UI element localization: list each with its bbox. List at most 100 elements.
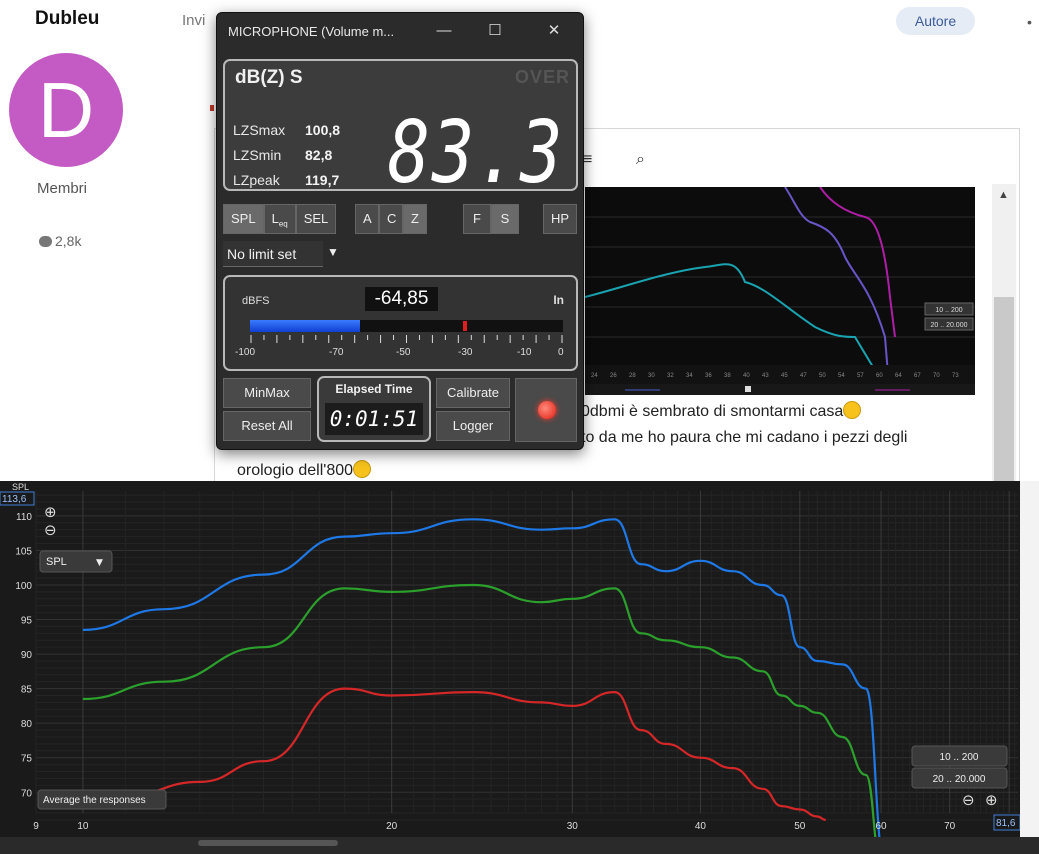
a-weighting-button[interactable]: A [355, 204, 379, 234]
image-tick-label: 45 [781, 373, 788, 379]
image-tick-label: 40 [743, 373, 750, 379]
stat-label: LZpeak [233, 172, 280, 188]
y-tick-label: 70 [21, 788, 33, 799]
laughing-emoji-icon [843, 401, 862, 419]
post-text-line-3: orologio dell'800 [237, 460, 372, 480]
align-icon[interactable]: ≡ [583, 151, 592, 169]
zoom-out-icon[interactable]: ⊖ [44, 521, 57, 539]
x-tick-label: 50 [794, 821, 806, 832]
scale-label: 0 [558, 347, 564, 358]
scroll-up-icon[interactable]: ▲ [998, 189, 1009, 201]
image-tick-label: 26 [610, 373, 617, 379]
record-icon [538, 401, 556, 419]
x-max-readout[interactable]: 81,6 [996, 818, 1016, 829]
average-responses-button[interactable]: Average the responses [43, 795, 146, 806]
frequency-response-chart: 70 75 80 85 90 95 100 105 110 9 10 20 30 40 50 60 70 SPL… [0, 481, 1020, 837]
range-20-20000-button[interactable]: 20 .. 20.000 [933, 774, 986, 785]
y-tick-label: 105 [15, 546, 32, 557]
post-line-3-text: orologio dell'800 [237, 462, 354, 479]
avatar[interactable]: D [9, 53, 123, 167]
hp-button[interactable]: HP [543, 204, 577, 234]
x-tick-label: 9 [33, 821, 39, 832]
sel-button[interactable]: SEL [295, 204, 337, 234]
image-tick-label: 70 [933, 373, 940, 379]
post-count-value: 2,8k [55, 233, 82, 249]
spl-display: dB(Z) S OVER LZSmax 100,8 LZSmin 82,8 LZ… [223, 59, 578, 196]
scrollbar-thumb[interactable] [994, 297, 1014, 482]
scale-label: -10 [517, 347, 532, 358]
scrollbar-thumb[interactable] [198, 840, 338, 846]
zoom-in-icon[interactable]: ⊕ [985, 791, 998, 809]
image-tick-label: 60 [876, 373, 883, 379]
close-icon[interactable]: ✕ [539, 19, 569, 43]
metric-button-group: SPL Leq SEL [223, 204, 337, 234]
maximize-icon[interactable]: ☐ [480, 19, 510, 43]
chart-canvas[interactable]: 70 75 80 85 90 95 100 105 110 9 10 20 30 40 50 60 70 SPL… [0, 481, 1020, 837]
logger-button[interactable]: Logger [436, 411, 510, 441]
comment-icon [39, 236, 52, 247]
zoom-out-icon[interactable]: ⊖ [962, 791, 975, 809]
forum-user-panel: Dubleu D Membri 2,8k [0, 0, 200, 480]
record-button[interactable] [515, 378, 577, 442]
over-indicator: OVER [514, 67, 570, 87]
c-weighting-button[interactable]: C [379, 204, 403, 234]
y-axis-label: SPL [12, 482, 29, 492]
image-range-a: 10 .. 200 [935, 307, 962, 314]
peak-marker [462, 321, 467, 331]
image-tick-label: 30 [648, 373, 655, 379]
user-role: Membri [37, 180, 88, 197]
stat-value: 119,7 [305, 172, 340, 188]
embedded-chart-image: 10 .. 200 20 .. 20.000 24 26 28 30 32 34 36 38 4… [585, 187, 975, 395]
range-10-200-button[interactable]: 10 .. 200 [940, 752, 979, 763]
calibrate-button[interactable]: Calibrate [436, 378, 510, 408]
dbfs-label: dBFS [242, 295, 270, 307]
weighting-button-group: A C Z [355, 204, 427, 234]
stat-label: LZSmax [233, 122, 286, 138]
marker [210, 105, 214, 111]
x-tick-label: 30 [567, 821, 579, 832]
image-range-b: 20 .. 20.000 [931, 322, 968, 329]
fast-button[interactable]: F [463, 204, 491, 234]
input-label: In [553, 293, 564, 307]
image-tick-label: 32 [667, 373, 674, 379]
image-tick-label: 50 [819, 373, 826, 379]
zoom-in-icon[interactable]: ⊕ [44, 503, 57, 521]
y-tick-label: 95 [21, 616, 33, 627]
image-tick-label: 36 [705, 373, 712, 379]
leq-label: L [271, 211, 279, 226]
y-tick-label: 90 [21, 650, 33, 661]
spl-button[interactable]: SPL [223, 204, 264, 234]
x-tick-label: 60 [875, 821, 887, 832]
slow-button[interactable]: S [491, 204, 519, 234]
image-tick-label: 54 [838, 373, 845, 379]
minimize-icon[interactable]: — [429, 19, 459, 43]
y-max-readout[interactable]: 113,6 [2, 494, 27, 505]
x-tick-label: 70 [944, 821, 956, 832]
reset-all-button[interactable]: Reset All [223, 411, 311, 441]
more-icon[interactable]: • [1027, 14, 1032, 30]
horizontal-scrollbar[interactable] [0, 837, 1039, 854]
image-tick-label: 24 [591, 373, 598, 379]
x-tick-label: 20 [386, 821, 398, 832]
post-line-1-text: 0dbmi è sembrato di smontarmi casa [581, 403, 844, 420]
username[interactable]: Dubleu [35, 8, 99, 30]
elapsed-value: 0:01:51 [325, 403, 423, 435]
x-tick-label: 40 [695, 821, 707, 832]
stat-label: LZSmin [233, 147, 282, 163]
limit-select[interactable]: No limit set [223, 241, 323, 267]
input-level-panel: dBFS -64,85 In -100 -70 -50 -30 -10 0 [223, 275, 578, 371]
spl-meter-window: MICROPHONE (Volume m... — ☐ ✕ dB(Z) S OV… [216, 12, 584, 450]
leq-subscript: eq [278, 219, 288, 229]
chevron-down-icon[interactable]: ▼ [96, 558, 103, 568]
preview-icon[interactable]: ⌕ [636, 151, 645, 169]
level-scale-ticks [250, 335, 563, 343]
scale-label: -70 [329, 347, 344, 358]
chevron-down-icon[interactable]: ▼ [327, 245, 339, 259]
spl-dropdown[interactable]: SPL [46, 556, 67, 568]
image-tick-label: 38 [724, 373, 731, 379]
invite-link[interactable]: Invi [182, 12, 205, 29]
image-tick-label: 28 [629, 373, 636, 379]
leq-button[interactable]: Leq [263, 204, 296, 234]
z-weighting-button[interactable]: Z [403, 204, 427, 234]
minmax-button[interactable]: MinMax [223, 378, 311, 408]
